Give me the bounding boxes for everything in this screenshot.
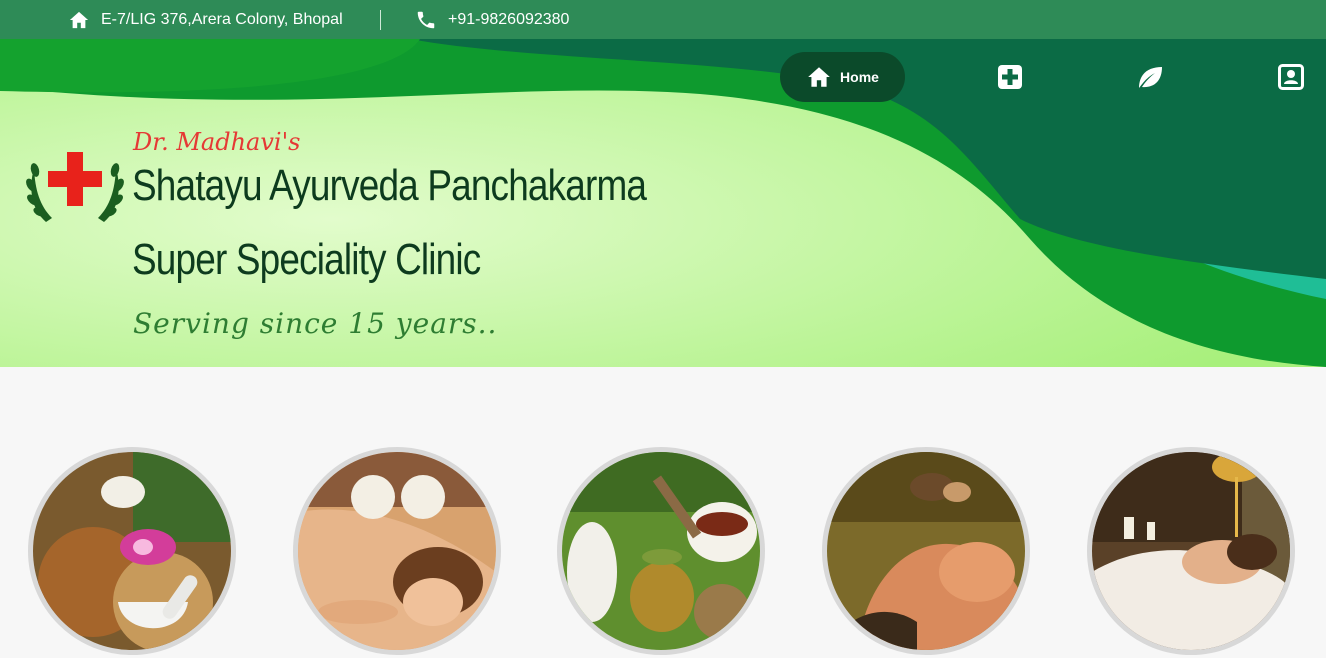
address-item: E-7/LIG 376,Arera Colony, Bhopal — [68, 0, 343, 39]
clinic-tagline: Serving since 15 years.. — [133, 307, 498, 340]
contact-card-icon — [1278, 64, 1304, 90]
nav-home-button[interactable]: Home — [780, 52, 905, 102]
spa-oil-pouring-photo — [1092, 452, 1290, 650]
doctor-name: Dr. Madhavi's — [133, 128, 301, 156]
clinic-title-line2: Super Speciality Clinic — [132, 235, 481, 284]
phone-icon — [417, 11, 435, 28]
phone-text[interactable]: +91-9826092380 — [448, 11, 569, 29]
phone-item[interactable]: +91-9826092380 — [415, 0, 569, 39]
nav-contact-button[interactable] — [1271, 52, 1311, 102]
home-icon — [808, 67, 830, 87]
clinic-title-line1: Shatayu Ayurveda Panchakarma — [132, 161, 647, 210]
nav-treatments-button[interactable] — [990, 52, 1030, 102]
home-icon — [69, 11, 89, 28]
treatment-image-3[interactable] — [557, 447, 765, 655]
ayurvedic-herbs-vessels-photo — [562, 452, 760, 650]
clinic-logo — [26, 152, 124, 222]
medical-plus-icon — [998, 65, 1022, 89]
nav-herbal-button[interactable] — [1130, 52, 1170, 102]
shirodhara-oil-treatment-photo — [827, 452, 1025, 650]
treatment-image-1[interactable] — [28, 447, 236, 655]
treatment-image-4[interactable] — [822, 447, 1030, 655]
leaf-icon — [1139, 67, 1162, 88]
nav-home-label: Home — [840, 69, 879, 85]
herbal-poultice-massage-photo — [298, 452, 496, 650]
herbs-mortar-orchid-photo — [33, 452, 231, 650]
treatment-image-5[interactable] — [1087, 447, 1295, 655]
address-text: E-7/LIG 376,Arera Colony, Bhopal — [101, 10, 343, 28]
topbar-divider — [380, 10, 381, 30]
hero-banner: Home Dr. Madhavi's Shatayu Ayurveda Panc… — [0, 39, 1326, 367]
treatment-image-2[interactable] — [293, 447, 501, 655]
top-contact-bar: E-7/LIG 376,Arera Colony, Bhopal +91-982… — [0, 0, 1326, 39]
